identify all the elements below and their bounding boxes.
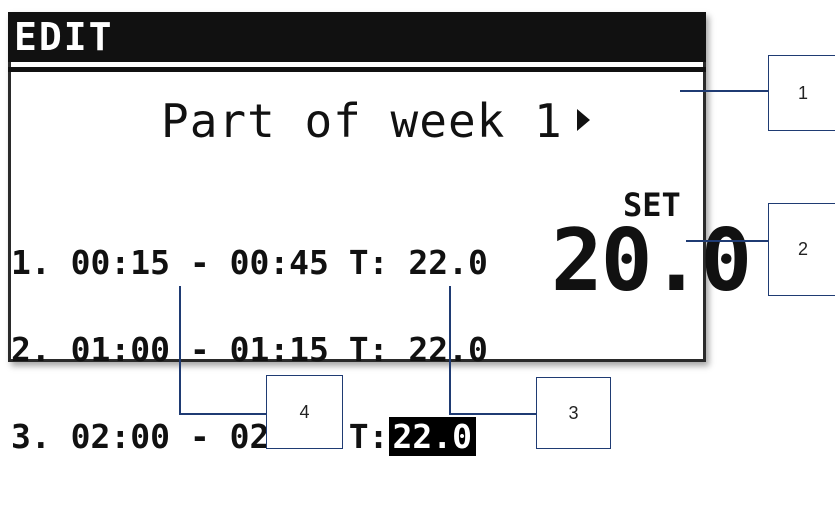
temp-label: T:	[348, 243, 389, 282]
callout-1-line	[680, 90, 768, 92]
selected-slot-temperature[interactable]: 22.0	[388, 417, 477, 456]
slot-end-time[interactable]: 01:15	[230, 330, 329, 369]
part-of-week-selector[interactable]: Part of week 1	[161, 94, 590, 148]
slot-number: 1.	[11, 243, 51, 282]
set-temperature-value[interactable]: 20.0	[551, 218, 752, 304]
callout-3-line	[449, 413, 537, 415]
slot-end-time[interactable]: 00:45	[230, 243, 329, 282]
callout-4-line	[179, 286, 181, 414]
callout-4-line	[179, 413, 267, 415]
callout-4: 4	[266, 375, 343, 449]
temp-label: T:	[348, 330, 389, 369]
slot-temperature[interactable]: 22.0	[408, 243, 487, 282]
callout-3-line	[449, 286, 451, 414]
screen-title: EDIT	[14, 15, 114, 59]
callout-3: 3	[536, 377, 611, 449]
time-slot-list: 1. 00:15 - 00:45 T: 22.0 2. 01:00 - 01:1…	[11, 190, 488, 509]
callout-2: 2	[768, 203, 835, 296]
slot-number: 2.	[11, 330, 51, 369]
part-of-week-label: Part of week 1	[161, 94, 563, 148]
slot-start-time[interactable]: 02:00	[71, 417, 170, 456]
temp-label: T:	[348, 417, 389, 456]
lcd-screen: EDIT Part of week 1 1. 00:15 - 00:45 T: …	[8, 12, 752, 456]
time-slot-row[interactable]: 2. 01:00 - 01:15 T: 22.0	[11, 333, 488, 366]
slot-start-time[interactable]: 00:15	[71, 243, 170, 282]
time-slot-row[interactable]: 1. 00:15 - 00:45 T: 22.0	[11, 246, 488, 279]
title-divider	[8, 67, 706, 72]
callout-1: 1	[768, 55, 835, 131]
slot-start-time[interactable]: 01:00	[71, 330, 170, 369]
triangle-right-icon[interactable]	[576, 109, 590, 131]
title-bar: EDIT	[8, 12, 706, 62]
callout-2-line	[686, 240, 768, 242]
slot-number: 3.	[11, 417, 51, 456]
